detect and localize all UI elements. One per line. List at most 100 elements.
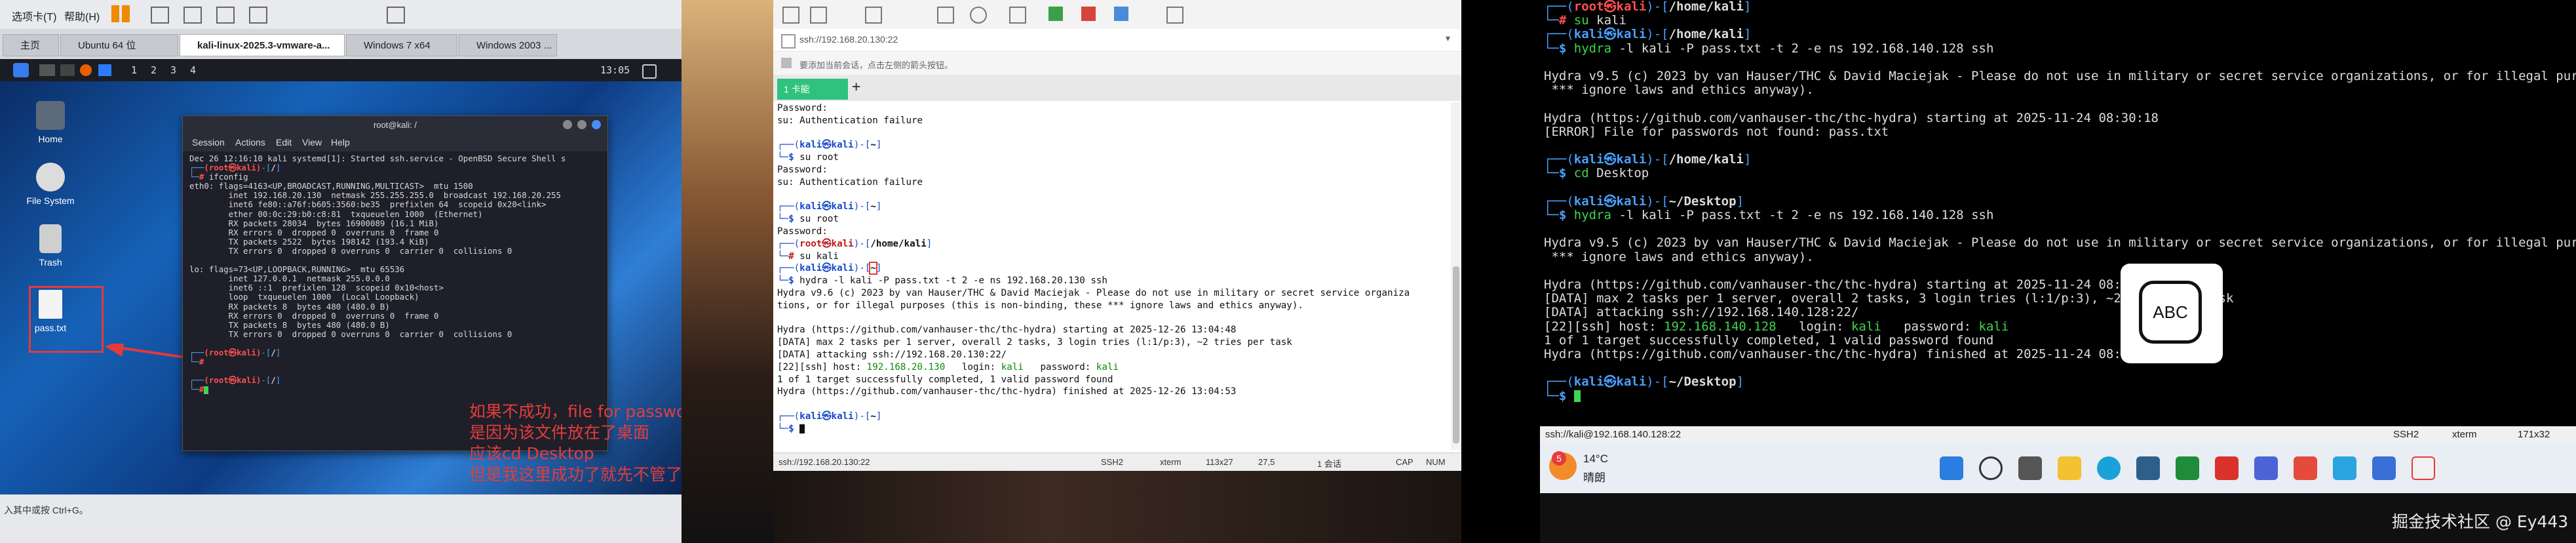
terminal-menubar: Session Actions Edit View Help bbox=[183, 134, 607, 151]
xshell-icon[interactable] bbox=[2412, 456, 2435, 480]
terminal-line: inet6 fe80::a76f:b605:3560:be35 prefixle… bbox=[189, 199, 547, 210]
xshell-terminal-output[interactable]: Password: su: Authentication failure ┌──(… bbox=[773, 102, 1451, 450]
terminal-line: inet 127.0.0.1 netmask 255.0.0.0 bbox=[189, 273, 390, 284]
wps-icon[interactable] bbox=[2215, 456, 2239, 480]
font-icon[interactable] bbox=[1009, 7, 1026, 24]
windows-taskbar: 5 14°C 晴朗 bbox=[1540, 443, 2576, 493]
right-terminal-output[interactable]: ┌──(root㉿kali)-[/home/kali] └─# su kali ┌─… bbox=[1544, 0, 2576, 426]
search-icon[interactable] bbox=[1979, 456, 2003, 480]
kali-menu-icon[interactable] bbox=[13, 63, 29, 77]
status-protocol: SSH2 bbox=[2393, 429, 2419, 440]
address-text[interactable]: ssh://192.168.20.130:22 bbox=[799, 34, 898, 45]
task-view-icon[interactable] bbox=[2018, 456, 2042, 480]
tab-home[interactable]: 主页 bbox=[3, 34, 59, 56]
terminal-icon[interactable] bbox=[60, 64, 75, 76]
terminal-line: ┌──(root㉿kali)-[/] bbox=[189, 163, 281, 173]
layout-icon[interactable] bbox=[1114, 7, 1128, 21]
terminal-line: RX errors 0 dropped 0 overruns 0 frame 0 bbox=[189, 310, 439, 321]
close-icon[interactable] bbox=[592, 120, 601, 129]
snapshot-icon[interactable] bbox=[183, 7, 202, 24]
lock-icon[interactable] bbox=[642, 64, 657, 79]
kali-top-panel: 1 2 3 4 13:05 bbox=[0, 59, 682, 81]
desktop-icon-filesystem[interactable]: File System bbox=[21, 163, 80, 206]
terminal-line: 1 of 1 target successfully completed, 1 … bbox=[1544, 332, 1994, 348]
chrome-icon[interactable] bbox=[2176, 456, 2199, 480]
add-tab-icon[interactable]: + bbox=[852, 79, 860, 95]
tab-kali[interactable]: kali-linux-2025.3-vmware-a... bbox=[180, 34, 345, 56]
workspace-1[interactable]: 1 bbox=[131, 64, 137, 76]
search-icon[interactable] bbox=[937, 7, 954, 24]
terminal-line: su: Authentication failure bbox=[777, 176, 923, 188]
terminal-line: [DATA] attacking ssh://192.168.20.130:22… bbox=[777, 349, 1007, 360]
xftp-icon[interactable] bbox=[1081, 7, 1096, 21]
terminal-line: └─# su kali bbox=[1544, 13, 1626, 28]
xshell-toolbar bbox=[773, 0, 1461, 30]
menu-edit[interactable]: Edit bbox=[276, 137, 292, 148]
vmware-icon[interactable] bbox=[2136, 456, 2160, 480]
edge-icon[interactable] bbox=[2097, 456, 2121, 480]
app-icon-2[interactable] bbox=[2294, 456, 2317, 480]
text-cursor bbox=[1573, 390, 1581, 403]
terminal-line: [22][ssh] host: 192.168.20.130 login: ka… bbox=[777, 361, 1119, 372]
app-icon-3[interactable] bbox=[2333, 456, 2356, 480]
tab-windows2003[interactable]: Windows 2003 ... bbox=[459, 34, 557, 56]
firefox-icon[interactable] bbox=[80, 64, 92, 76]
editor-icon[interactable] bbox=[98, 64, 111, 76]
watermark: 掘金技术社区 @ Ey443 bbox=[2392, 512, 2569, 531]
text-cursor bbox=[799, 424, 805, 433]
terminal-line: su: Authentication failure bbox=[777, 115, 923, 126]
minimize-icon[interactable] bbox=[563, 120, 572, 129]
pause-icon[interactable] bbox=[111, 5, 119, 22]
files-icon[interactable] bbox=[39, 64, 55, 76]
xshell-hint-bar: 要添加当前会话，点击左侧的箭头按钮。 bbox=[773, 52, 1461, 75]
file-explorer-icon[interactable] bbox=[2058, 456, 2081, 480]
terminal-line: loop txqueuelen 1000 (Local Loopback) bbox=[189, 292, 419, 302]
workspace-3[interactable]: 3 bbox=[170, 64, 176, 76]
terminal-line: ┌──(kali㉿kali)-[~] bbox=[777, 201, 882, 212]
background-photo bbox=[682, 0, 773, 543]
tab-ubuntu[interactable]: Ubuntu 64 位 bbox=[60, 34, 178, 56]
terminal-line: *** ignore laws and ethics anyway). bbox=[1544, 249, 1814, 264]
maximize-icon[interactable] bbox=[577, 120, 586, 129]
terminal-line: Hydra (https://github.com/vanhauser-thc/… bbox=[1544, 347, 2159, 362]
desktop-icon-home[interactable]: Home bbox=[21, 101, 80, 144]
workspace-4[interactable]: 4 bbox=[190, 64, 196, 76]
menu-help[interactable]: 帮助(H) bbox=[64, 8, 100, 24]
chevron-down-icon[interactable]: ▾ bbox=[1446, 33, 1450, 44]
fullscreen-icon[interactable] bbox=[216, 7, 235, 24]
unity-icon[interactable] bbox=[249, 7, 267, 24]
app-icon[interactable] bbox=[2254, 456, 2278, 480]
terminal-line: ┌──(root㉿kali)-[/] bbox=[189, 375, 281, 386]
sftp-icon[interactable] bbox=[1048, 7, 1063, 21]
view-icon[interactable] bbox=[387, 7, 405, 24]
new-session-icon[interactable] bbox=[782, 7, 799, 24]
globe-icon[interactable] bbox=[970, 7, 987, 24]
xshell-session-tab[interactable]: 1 卡能 bbox=[777, 79, 848, 100]
windows-start-icon[interactable] bbox=[1940, 456, 1963, 480]
menu-view[interactable]: View bbox=[302, 137, 322, 148]
menu-tabs[interactable]: 选项卡(T) bbox=[12, 8, 56, 24]
terminal-line: [DATA] max 2 tasks per 1 server, overall… bbox=[1544, 291, 2234, 306]
desktop-icon-trash[interactable]: Trash bbox=[21, 224, 80, 268]
scrollbar-thumb[interactable] bbox=[1453, 266, 1459, 443]
vm-toolbar-icon[interactable] bbox=[151, 7, 169, 24]
menu-help[interactable]: Help bbox=[331, 137, 350, 148]
app-icon-4[interactable] bbox=[2372, 456, 2396, 480]
tab-windows7[interactable]: Windows 7 x64 bbox=[346, 34, 457, 56]
xshell-scrollbar[interactable] bbox=[1451, 102, 1461, 450]
workspace-2[interactable]: 2 bbox=[151, 64, 157, 76]
reconnect-icon[interactable] bbox=[865, 7, 882, 24]
help-icon[interactable] bbox=[1166, 7, 1183, 24]
terminal-line: TX packets 2522 bytes 198142 (193.4 KiB) bbox=[189, 236, 429, 247]
terminal-line: TX errors 0 dropped 0 overruns 0 carrier… bbox=[189, 329, 512, 339]
menu-actions[interactable]: Actions bbox=[235, 137, 265, 148]
terminal-line: └─$ bbox=[1544, 389, 2576, 403]
menu-session[interactable]: Session bbox=[192, 137, 225, 148]
terminal-line: Hydra (https://github.com/vanhauser-thc/… bbox=[1544, 277, 2159, 292]
open-icon[interactable] bbox=[810, 7, 827, 24]
xshell-address-bar[interactable]: ssh://192.168.20.130:22 ▾ bbox=[773, 29, 1461, 52]
